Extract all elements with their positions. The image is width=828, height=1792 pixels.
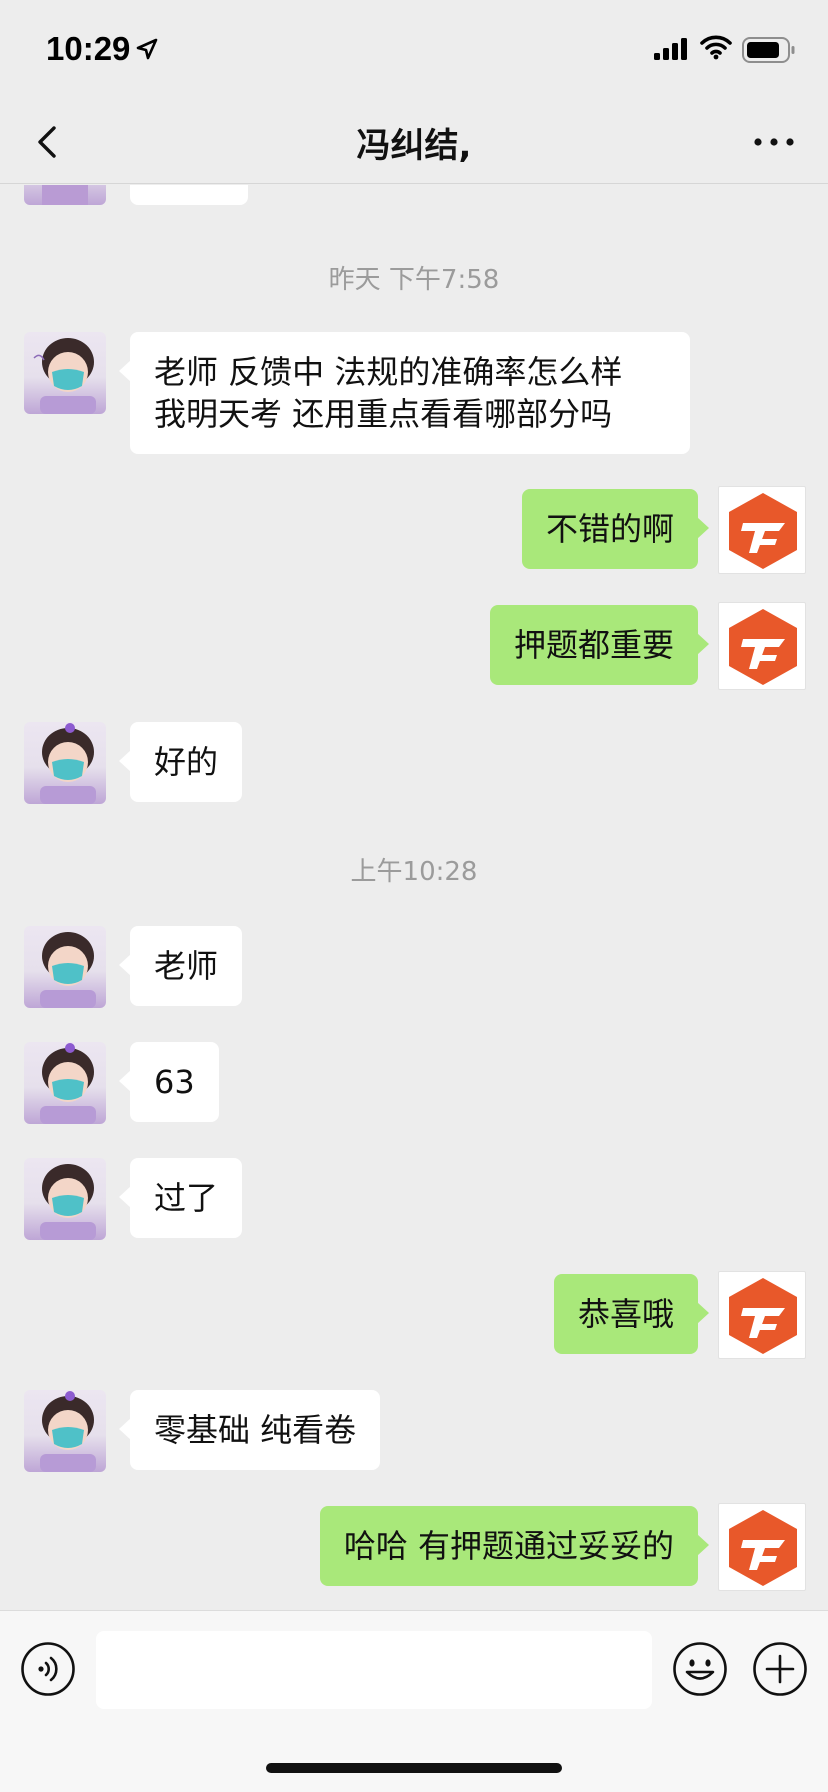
status-time: 10:29 <box>46 30 131 67</box>
timestamp: 昨天 下午7:58 <box>328 265 500 295</box>
chat-area[interactable]: 昨天 下午7:58 老师 反馈中 法规的准确率怎么样 我明天考 还用重点看看哪部… <box>0 185 828 1610</box>
avatar[interactable] <box>24 722 106 804</box>
message-text: 老师 <box>154 947 219 985</box>
message-text: 哈哈 有押题通过妥妥的 <box>343 1527 674 1565</box>
message-bubble[interactable]: 哈哈 有押题通过妥妥的 <box>319 1506 710 1586</box>
message-input[interactable] <box>96 1631 652 1709</box>
message-bubble[interactable]: 零基础 纯看卷 <box>118 1390 381 1470</box>
voice-icon[interactable] <box>20 1641 76 1697</box>
status-bar: 10:29 <box>0 0 828 100</box>
message-text: 我明天考 还用重点看看哪部分吗 <box>154 395 613 433</box>
message-bubble[interactable]: 押题都重要 <box>489 605 710 685</box>
chat-title: 冯纠结, <box>356 126 472 166</box>
message-text: 好的 <box>154 743 219 781</box>
avatar[interactable] <box>24 926 106 1008</box>
message-text: 不错的啊 <box>545 510 674 548</box>
message-bubble[interactable]: 老师 <box>118 926 243 1006</box>
avatar[interactable] <box>24 1390 106 1472</box>
message-text: 过了 <box>154 1179 219 1217</box>
message-bubble[interactable]: 63 <box>119 1042 219 1122</box>
timestamp: 上午10:28 <box>350 857 478 887</box>
plus-icon[interactable] <box>752 1641 808 1697</box>
message-bubble[interactable]: 恭喜哦 <box>553 1274 710 1354</box>
avatar[interactable] <box>24 332 106 414</box>
message-bubble[interactable]: 老师 反馈中 法规的准确率怎么样 我明天考 还用重点看看哪部分吗 <box>119 332 690 454</box>
location-arrow-icon <box>136 38 158 60</box>
more-dots-icon[interactable] <box>748 120 800 164</box>
message-text: 63 <box>154 1063 195 1101</box>
avatar[interactable] <box>718 602 806 690</box>
wifi-icon <box>700 35 732 60</box>
nav-bar: 冯纠结, <box>0 100 828 184</box>
message-bubble[interactable]: 过了 <box>118 1158 243 1238</box>
home-indicator[interactable] <box>266 1763 562 1773</box>
message-text: 押题都重要 <box>513 626 674 664</box>
emoji-icon[interactable] <box>672 1641 728 1697</box>
message-bubble[interactable]: 好的 <box>118 722 243 802</box>
cellular-signal-icon <box>654 38 687 60</box>
avatar[interactable] <box>24 1158 106 1240</box>
message-bubble[interactable]: 不错的啊 <box>521 489 710 569</box>
avatar[interactable] <box>718 1271 806 1359</box>
message-text: 老师 反馈中 法规的准确率怎么样 <box>154 353 623 391</box>
avatar[interactable] <box>24 185 106 205</box>
avatar[interactable] <box>718 486 806 574</box>
avatar[interactable] <box>24 1042 106 1124</box>
message-text: 零基础 纯看卷 <box>154 1411 357 1449</box>
message-text: 恭喜哦 <box>577 1295 674 1333</box>
avatar[interactable] <box>718 1503 806 1591</box>
message-bubble-partial[interactable] <box>130 185 248 205</box>
battery-icon <box>742 37 795 63</box>
